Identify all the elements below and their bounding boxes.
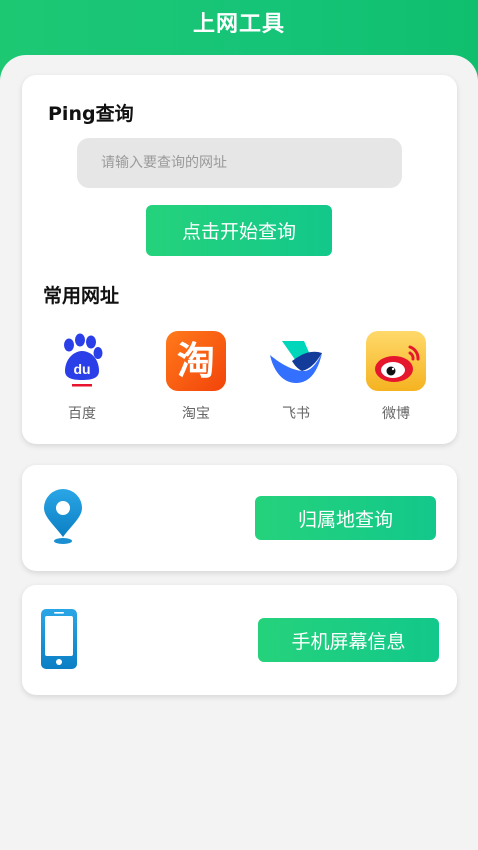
svg-text:du: du	[73, 361, 90, 377]
ping-section-title: Ping查询	[48, 103, 134, 125]
mobile-phone-icon	[39, 607, 79, 675]
taobao-glyph: 淘	[176, 339, 215, 383]
baidu-logo-icon: du	[52, 331, 112, 391]
site-item-baidu[interactable]: du 百度	[42, 331, 122, 423]
site-item-feishu[interactable]: 飞书	[256, 331, 336, 423]
site-label: 飞书	[282, 406, 310, 422]
site-item-taobao[interactable]: 淘 淘宝	[156, 331, 236, 423]
location-lookup-button[interactable]: 归属地查询	[255, 496, 436, 540]
location-pin-icon	[40, 489, 86, 551]
site-label: 淘宝	[182, 406, 210, 422]
location-card: 归属地查询	[22, 465, 457, 571]
site-item-weibo[interactable]: 微博	[356, 331, 436, 423]
feishu-logo-icon	[266, 331, 326, 391]
screen-info-card: 手机屏幕信息	[22, 585, 457, 695]
site-label: 百度	[68, 406, 96, 422]
weibo-logo-icon	[366, 331, 426, 391]
ping-card: Ping查询 点击开始查询 常用网址 du 百度 淘 淘宝	[22, 75, 457, 444]
common-sites-title: 常用网址	[43, 285, 120, 307]
page-title: 上网工具	[192, 12, 285, 37]
taobao-logo-icon: 淘	[166, 331, 226, 391]
start-query-button[interactable]: 点击开始查询	[146, 205, 332, 256]
site-label: 微博	[382, 406, 410, 422]
screen-info-button[interactable]: 手机屏幕信息	[258, 618, 439, 662]
url-input[interactable]	[77, 138, 402, 188]
